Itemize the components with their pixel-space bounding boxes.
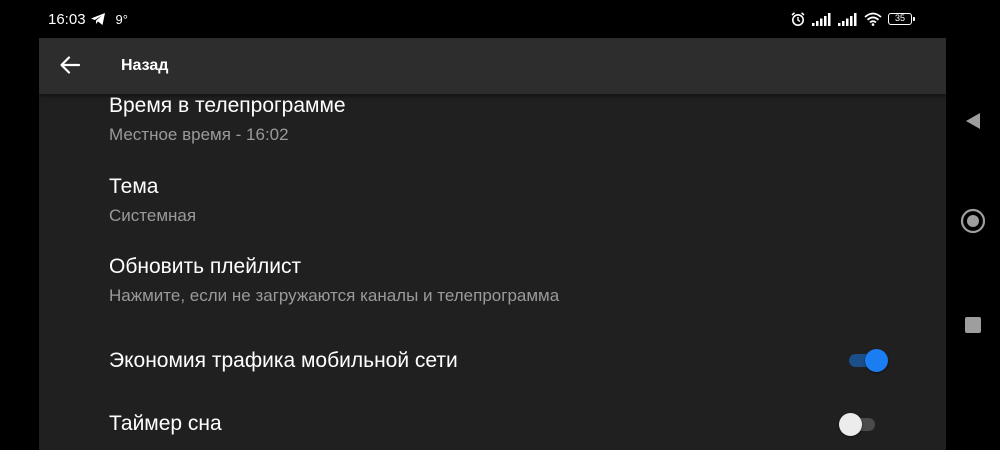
- page-title: Назад: [121, 57, 169, 74]
- battery-level: 35: [894, 13, 905, 23]
- wifi-icon: [864, 12, 882, 26]
- setting-title: Время в телепрограмме: [109, 94, 346, 117]
- status-bar: 16:03 9° 35: [0, 0, 1000, 38]
- signal-icon: [812, 12, 832, 26]
- setting-title: Таймер сна: [109, 412, 222, 435]
- setting-theme[interactable]: Тема Системная: [39, 158, 946, 234]
- nav-back-button[interactable]: [960, 110, 986, 136]
- arrow-left-icon: [59, 54, 81, 81]
- signal-icon: [838, 12, 858, 26]
- home-circle-icon: [960, 208, 986, 239]
- settings-screen: Назад Время в телепрограмме Местное врем…: [39, 38, 946, 450]
- setting-title: Тема: [109, 175, 159, 198]
- alarm-icon: [790, 11, 806, 27]
- setting-subtitle: Местное время - 16:02: [109, 125, 289, 144]
- back-button[interactable]: [53, 50, 87, 84]
- status-left: 16:03 9°: [48, 9, 128, 29]
- status-right: 35: [790, 9, 915, 29]
- recents-square-icon: [964, 316, 982, 339]
- status-time: 16:03: [48, 10, 86, 28]
- setting-subtitle: Нажмите, если не загружаются каналы и те…: [109, 286, 560, 305]
- telegram-icon: [90, 11, 106, 27]
- navigation-bar: [946, 38, 1000, 450]
- status-temperature: 9°: [115, 11, 128, 27]
- switch-thumb: [839, 413, 862, 436]
- sleep-timer-switch[interactable]: [839, 412, 879, 436]
- setting-refresh-playlist[interactable]: Обновить плейлист Нажмите, если не загру…: [39, 238, 946, 314]
- toolbar: Назад: [39, 38, 946, 94]
- nav-recents-button[interactable]: [960, 314, 986, 340]
- setting-subtitle: Системная: [109, 206, 197, 225]
- setting-title: Экономия трафика мобильной сети: [109, 349, 458, 372]
- setting-title: Обновить плейлист: [109, 255, 302, 278]
- nav-home-button[interactable]: [960, 208, 986, 239]
- setting-mobile-data-saver[interactable]: Экономия трафика мобильной сети: [39, 318, 946, 382]
- setting-sleep-timer[interactable]: Таймер сна: [39, 382, 946, 450]
- switch-thumb: [865, 349, 888, 372]
- back-triangle-icon: [964, 111, 982, 136]
- data-saver-switch[interactable]: [847, 348, 888, 372]
- battery-icon: 35: [888, 13, 915, 25]
